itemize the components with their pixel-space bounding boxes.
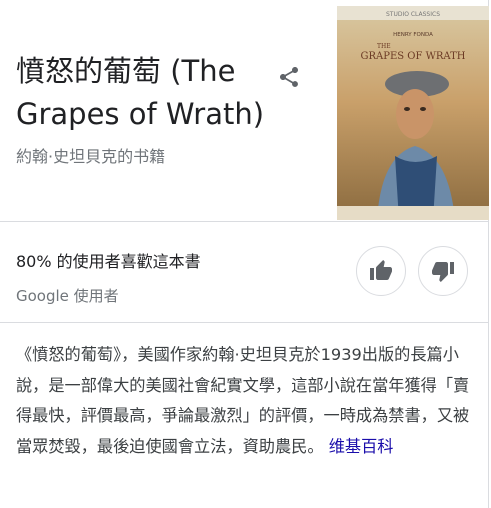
knowledge-panel: 憤怒的葡萄 (The Grapes of Wrath) 約翰·史坦貝克的书籍 S…	[0, 0, 489, 508]
share-icon	[280, 67, 298, 87]
divider	[0, 221, 489, 222]
rating-source: Google 使用者	[16, 287, 119, 305]
cover-artwork: STUDIO CLASSICS HENRY FONDA THE GRAPES O…	[337, 6, 489, 220]
wikipedia-link[interactable]: 维基百科	[329, 437, 394, 456]
book-description: 《憤怒的葡萄》，美國作家約翰·史坦貝克於1939出版的長篇小說，是一部偉大的美國…	[16, 340, 482, 462]
book-cover-image[interactable]: STUDIO CLASSICS HENRY FONDA THE GRAPES O…	[337, 6, 489, 220]
share-button[interactable]	[272, 60, 306, 94]
thumbs-down-icon	[432, 262, 454, 282]
cover-title-the: THE	[377, 43, 391, 50]
cover-banner: STUDIO CLASSICS	[386, 11, 440, 18]
thumbs-up-icon	[370, 260, 392, 280]
divider	[0, 322, 489, 323]
description-text: 《憤怒的葡萄》，美國作家約翰·史坦貝克於1939出版的長篇小說，是一部偉大的美國…	[16, 345, 470, 456]
dislike-button[interactable]	[418, 246, 468, 296]
rating-text: 80% 的使用者喜歡這本書	[16, 252, 201, 271]
panel-header: 憤怒的葡萄 (The Grapes of Wrath) 約翰·史坦貝克的书籍 S…	[0, 0, 489, 221]
book-title: 憤怒的葡萄 (The Grapes of Wrath)	[16, 54, 265, 131]
book-subtitle: 約翰·史坦貝克的书籍	[16, 147, 166, 166]
cover-actor: HENRY FONDA	[393, 32, 433, 38]
cover-title-main: GRAPES OF WRATH	[361, 51, 466, 62]
like-button[interactable]	[356, 246, 406, 296]
